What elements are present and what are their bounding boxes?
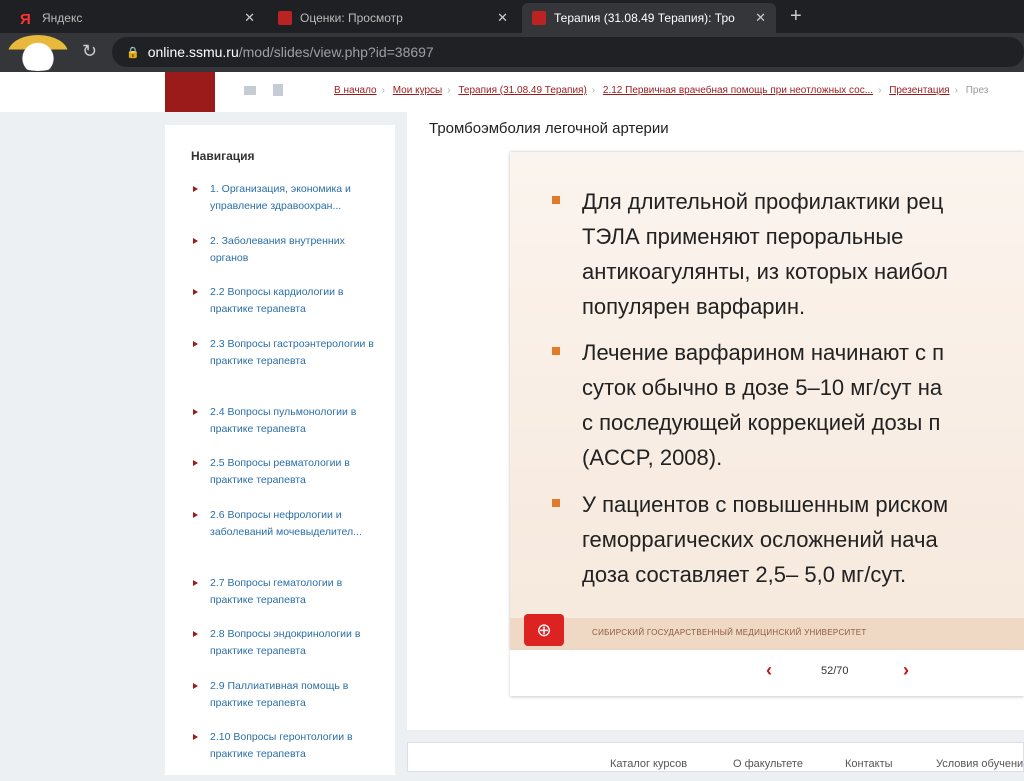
tab-label: Терапия (31.08.49 Терапия): Тро [554,11,735,25]
slide-bullet: У пациентов с повышенным риском геморраг… [552,487,1024,592]
page-title: Тромбоэмболия легочной артерии [429,120,669,137]
slide-bullet: Для длительной профилактики рец ТЭЛА при… [552,184,1024,324]
tab-bar: Я Яндекс ✕ Оценки: Просмотр ✕ Терапия (31.0… [0,0,1024,33]
mail-icon[interactable] [244,86,256,95]
lock-icon: 🔒 [126,46,140,59]
new-tab-button[interactable]: + [790,5,802,28]
url-field[interactable]: 🔒 online.ssmu.ru/mod/slides/view.php?id=3… [112,37,1024,67]
university-logo[interactable] [165,72,215,112]
university-name: СИБИРСКИЙ ГОСУДАРСТВЕННЫЙ МЕДИЦИНСКИЙ УН… [592,628,867,637]
breadcrumb-link[interactable]: Презентация [889,85,949,96]
address-bar: ↻ 🔒 online.ssmu.ru/mod/slides/view.php?id… [0,33,1024,72]
tab-therapy[interactable]: Терапия (31.08.49 Терапия): Тро ✕ [522,3,776,33]
breadcrumb-link[interactable]: Мои курсы [393,85,443,96]
nav-item[interactable]: 2.6 Вопросы нефрологии и заболеваний моч… [191,507,381,575]
site-footer: Каталог курсов О факультете Контакты Усл… [407,742,1024,772]
nav-item[interactable]: 2.10 Вопросы геронтологии в практике тер… [191,729,381,781]
nav-item[interactable]: 2.4 Вопросы пульмонологии в практике тер… [191,404,381,456]
close-icon[interactable]: ✕ [497,10,508,26]
page-counter: 52/70 [821,665,849,677]
navigation-block: Навигация 1. Организация, экономика и уп… [165,125,395,775]
reload-icon[interactable]: ↻ [82,41,97,62]
next-slide-button[interactable]: › [903,660,909,681]
profile-avatar[interactable] [8,35,68,71]
medical-kit-icon: ⊕ [524,614,564,646]
slide-bullet: Лечение варфарином начинают с п суток об… [552,335,1024,475]
nav-item[interactable]: 1. Организация, экономика и управление з… [191,181,381,233]
presentation-slide: Для длительной профилактики рец ТЭЛА при… [510,152,1024,650]
breadcrumb-link[interactable]: 2.12 Первичная врачебная помощь при неот… [603,85,873,96]
nav-item[interactable]: 2.5 Вопросы ревматологии в практике тера… [191,455,381,507]
yandex-icon: Я [20,11,31,28]
slide-pager: ‹ 52/70 › [510,650,1024,696]
footer-link[interactable]: Условия обучени [936,758,1023,770]
close-icon[interactable]: ✕ [244,10,255,26]
navigation-title: Навигация [191,149,255,163]
footer-link[interactable]: Контакты [845,758,893,770]
breadcrumb-link[interactable]: В начало [334,85,377,96]
breadcrumb-current: През [965,85,989,96]
url-host: online.ssmu.ru [147,44,239,60]
site-header: В начало › Мои курсы › Терапия (31.08.49 Т… [0,72,1024,112]
calendar-icon[interactable] [273,84,283,96]
breadcrumb-link[interactable]: Терапия (31.08.49 Терапия) [458,85,586,96]
nav-item[interactable]: 2.8 Вопросы эндокринологии в практике те… [191,626,381,678]
footer-link[interactable]: О факультете [733,758,803,770]
nav-item[interactable]: 2.9 Паллиативная помощь в практике терап… [191,678,381,730]
footer-link[interactable]: Каталог курсов [610,758,687,770]
nav-item[interactable]: 2.2 Вопросы кардиологии в практике терап… [191,284,381,336]
breadcrumb: В начало › Мои курсы › Терапия (31.08.49 Т… [334,85,989,96]
main-content: Тромбоэмболия легочной артерии Для длите… [407,112,1024,730]
close-icon[interactable]: ✕ [755,10,766,26]
site-icon [532,11,546,25]
site-icon [278,11,292,25]
tab-yandex[interactable]: Я Яндекс ✕ [10,3,265,33]
slide-footer: СИБИРСКИЙ ГОСУДАРСТВЕННЫЙ МЕДИЦИНСКИЙ УН… [510,618,1024,650]
tab-label: Яндекс [42,11,83,25]
nav-item[interactable]: 2.7 Вопросы гематологии в практике терап… [191,575,381,627]
nav-item[interactable]: 2. Заболевания внутренних органов [191,233,381,285]
tab-label: Оценки: Просмотр [300,11,403,25]
url-path: /mod/slides/view.php?id=38697 [238,44,434,60]
tab-grades[interactable]: Оценки: Просмотр ✕ [268,3,518,33]
prev-slide-button[interactable]: ‹ [766,660,772,681]
nav-item[interactable]: 2.3 Вопросы гастроэнтерологии в практике… [191,336,381,404]
